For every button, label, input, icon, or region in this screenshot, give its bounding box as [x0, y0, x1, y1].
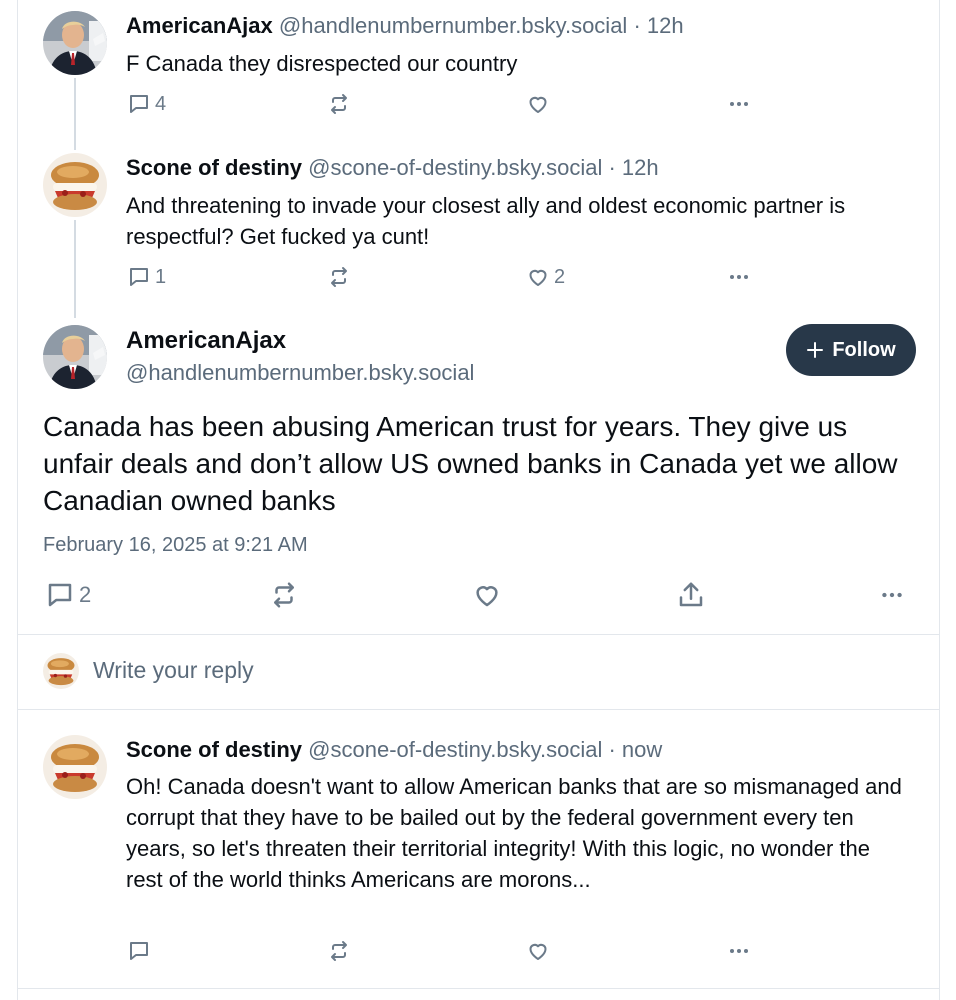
repost-icon: [327, 92, 351, 116]
more-icon: [878, 582, 906, 608]
heart-icon: [526, 939, 550, 963]
post-time: · 12h: [602, 155, 659, 180]
post-actions: 4: [0, 89, 956, 119]
heart-icon: [472, 580, 502, 610]
post-text: F Canada they disrespected our country: [126, 51, 518, 76]
follow-button[interactable]: Follow: [786, 324, 916, 376]
more-button[interactable]: [726, 262, 752, 292]
avatar[interactable]: [43, 735, 107, 799]
repost-button[interactable]: [327, 936, 351, 966]
reply-button[interactable]: 1: [127, 262, 166, 292]
reply-count: 1: [155, 265, 167, 288]
repost-icon: [327, 265, 351, 289]
post-actions: [0, 936, 956, 966]
avatar: [43, 653, 79, 689]
like-button[interactable]: [526, 89, 550, 119]
repost-button[interactable]: [269, 580, 299, 610]
reply-icon: [127, 939, 151, 963]
like-button[interactable]: 2: [526, 262, 565, 292]
more-button[interactable]: [726, 89, 752, 119]
reply-count: 2: [79, 582, 92, 607]
repost-icon: [327, 939, 351, 963]
post-text: Canada has been abusing American trust f…: [43, 411, 898, 516]
more-icon: [726, 939, 752, 963]
avatar[interactable]: [43, 11, 107, 75]
post-time: · now: [602, 737, 663, 762]
author-name[interactable]: Scone of destiny: [126, 737, 302, 762]
divider: [17, 709, 940, 710]
reply-button[interactable]: 2: [45, 580, 91, 610]
author-name[interactable]: Scone of destiny: [126, 155, 302, 180]
more-icon: [726, 265, 752, 289]
author-handle[interactable]: @scone-of-destiny.bsky.social: [308, 737, 602, 762]
repost-button[interactable]: [327, 89, 351, 119]
post-text: And threatening to invade your closest a…: [126, 193, 846, 249]
like-button[interactable]: [526, 936, 550, 966]
author-handle[interactable]: @handlenumbernumber.bsky.social: [279, 13, 627, 38]
divider: [17, 988, 940, 989]
more-button[interactable]: [878, 580, 906, 610]
share-button[interactable]: [676, 580, 706, 610]
plus-icon: [807, 342, 824, 358]
reply-icon: [127, 265, 151, 289]
reply-input[interactable]: Write your reply: [93, 657, 254, 684]
reply-icon: [127, 92, 151, 116]
avatar[interactable]: [43, 325, 107, 389]
divider: [17, 634, 940, 635]
author-handle[interactable]: @handlenumbernumber.bsky.social: [126, 360, 474, 386]
author-name[interactable]: AmericanAjax: [126, 13, 273, 38]
repost-icon: [269, 580, 299, 610]
repost-button[interactable]: [327, 262, 351, 292]
post-actions: 2: [0, 580, 956, 610]
post-time: · 12h: [627, 13, 684, 38]
post-actions: 1 2: [0, 262, 956, 292]
share-icon: [676, 580, 706, 610]
more-button[interactable]: [726, 936, 752, 966]
like-button[interactable]: [472, 580, 502, 610]
heart-icon: [526, 92, 550, 116]
author-handle[interactable]: @scone-of-destiny.bsky.social: [308, 155, 602, 180]
reply-icon: [45, 580, 75, 610]
author-name[interactable]: AmericanAjax: [126, 327, 286, 355]
heart-icon: [526, 265, 550, 289]
reply-button[interactable]: 4: [127, 89, 166, 119]
avatar[interactable]: [43, 153, 107, 217]
post-text: Oh! Canada doesn't want to allow America…: [126, 774, 902, 892]
follow-label: Follow: [832, 338, 896, 361]
reply-button[interactable]: [127, 936, 151, 966]
more-icon: [726, 92, 752, 116]
reply-count: 4: [155, 92, 167, 115]
like-count: 2: [554, 265, 566, 288]
post-timestamp[interactable]: February 16, 2025 at 9:21 AM: [43, 534, 308, 557]
